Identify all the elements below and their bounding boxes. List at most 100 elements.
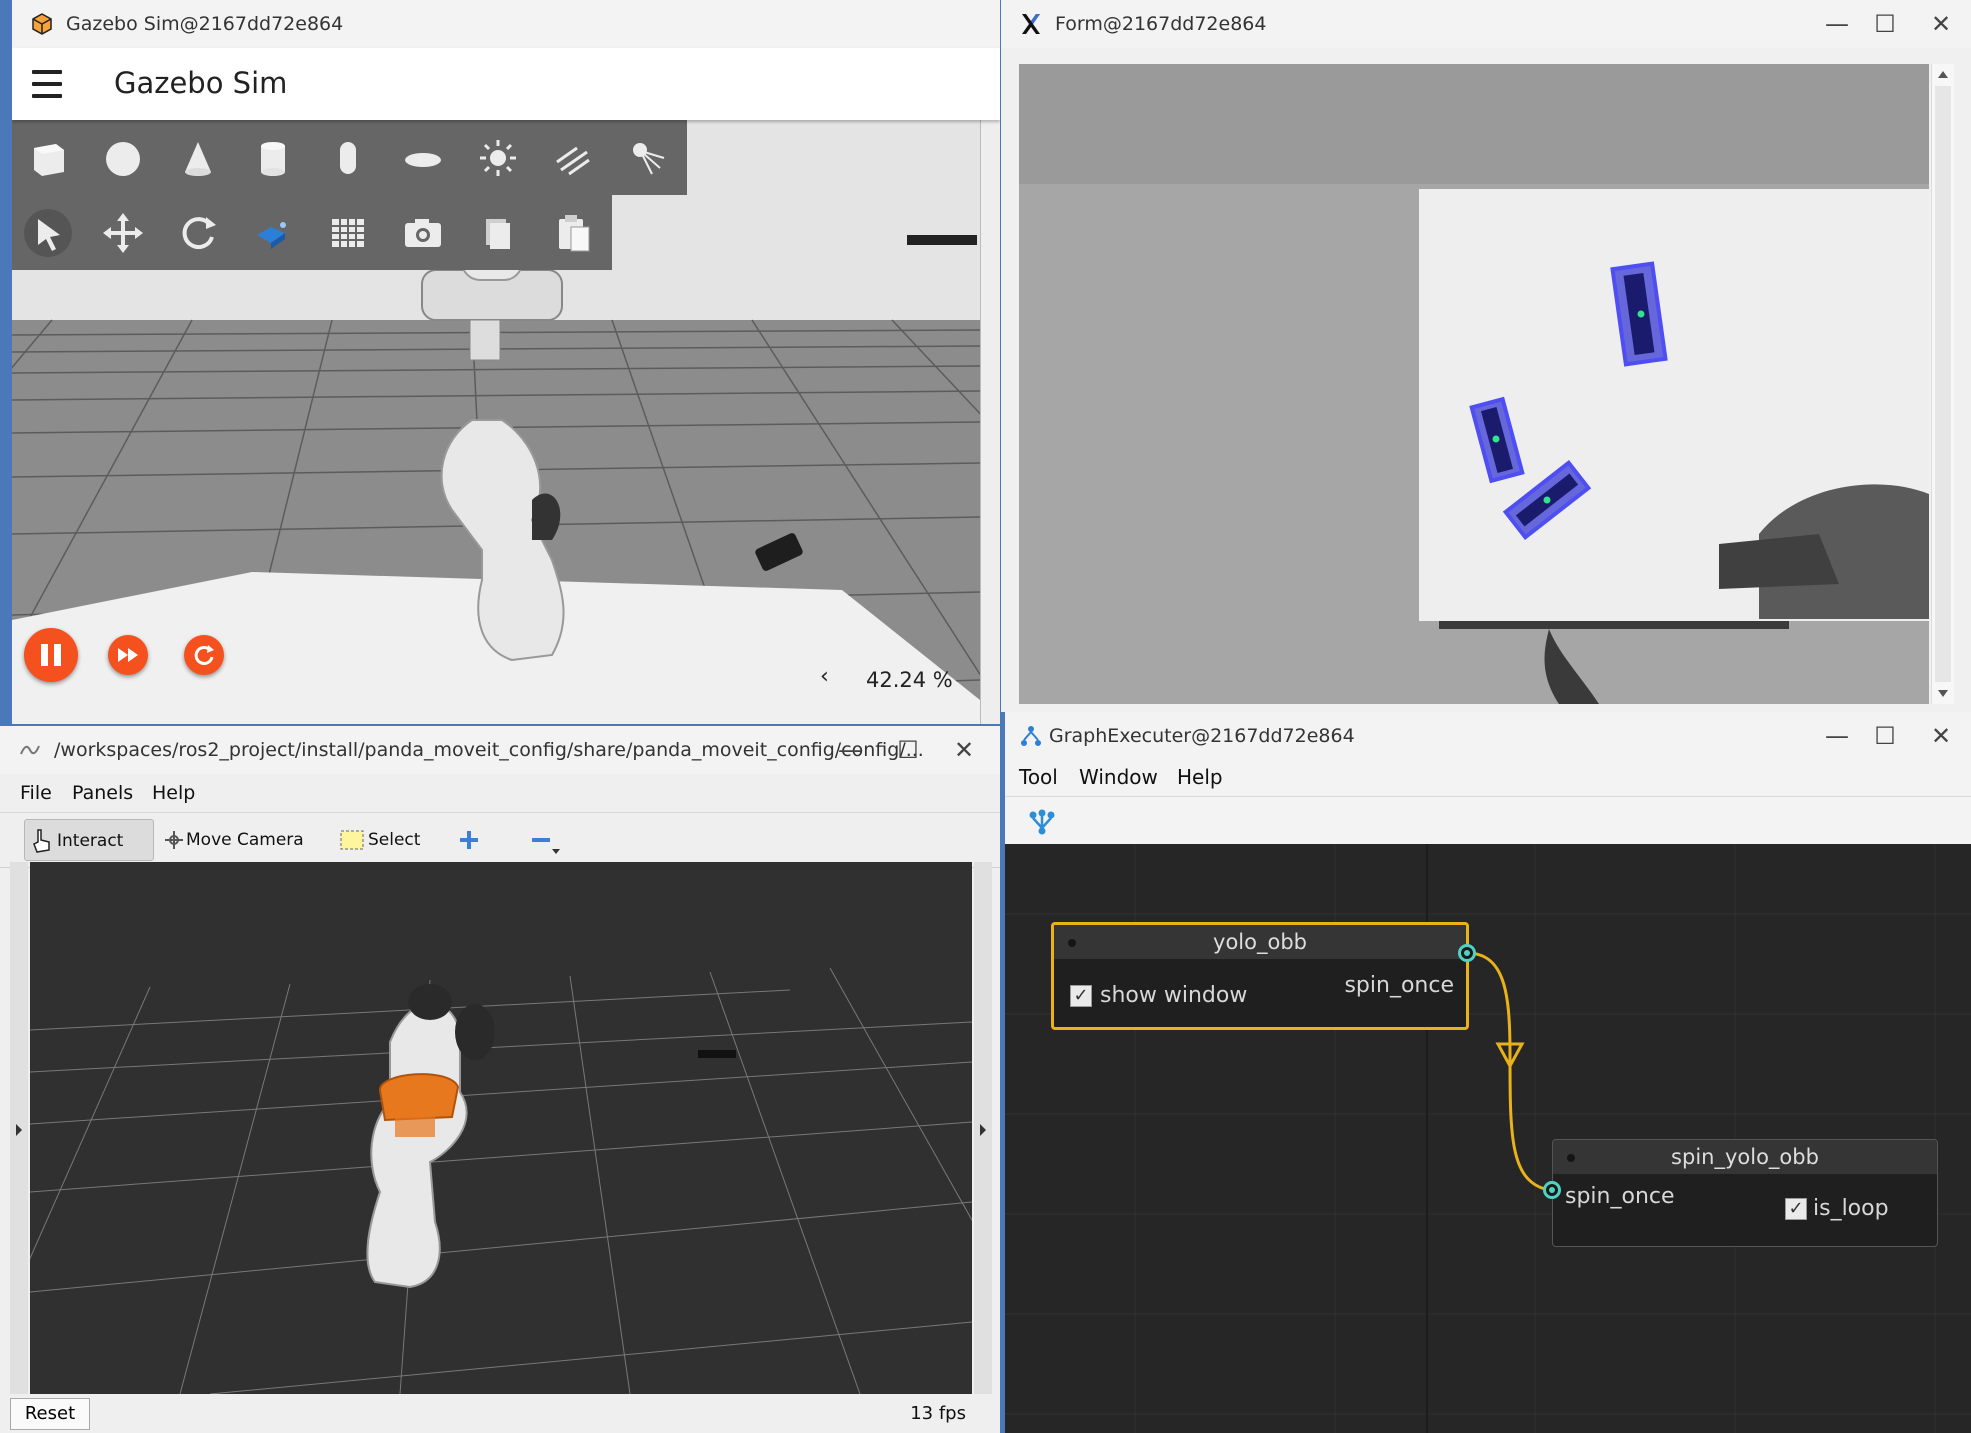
node-spin-yolo-obb-title: spin_yolo_obb [1671,1145,1819,1169]
real-time-factor: 42.24 % [866,668,953,692]
graphexecuter-window: GraphExecuter@2167dd72e864 — ☐ ✕ Tool Wi… [1005,712,1971,1433]
interact-tool-button[interactable]: Interact [24,819,154,861]
gazebo-side-panel [980,120,1000,724]
gazebo-titlebar[interactable]: Gazebo Sim@2167dd72e864 [12,0,1000,48]
show-window-checkbox[interactable]: ✓ [1070,985,1092,1007]
menu-file[interactable]: File [20,782,52,804]
ellipsoid-icon[interactable] [397,132,449,184]
x11-app-icon [1022,14,1040,34]
pause-icon [41,644,61,666]
gazebo-app-name: Gazebo Sim [114,66,288,100]
screenshot-icon[interactable] [397,207,449,259]
grid-icon[interactable] [322,207,374,259]
form-vertical-scrollbar[interactable] [1931,64,1954,704]
rviz-3d-view[interactable] [30,862,972,1394]
node-graph-canvas[interactable]: yolo_obb ✓ show window spin_once spin_yo… [1005,844,1971,1433]
node-status-dot [1567,1154,1575,1162]
menu-tool[interactable]: Tool [1019,765,1058,789]
menu-help[interactable]: Help [1177,765,1223,789]
form-window: Form@2167dd72e864 — ☐ ✕ [1001,0,1971,712]
paste-icon[interactable] [547,207,599,259]
hamburger-menu-icon[interactable] [32,70,62,98]
close-button[interactable]: ✕ [1913,712,1969,760]
form-window-title: Form@2167dd72e864 [1055,13,1267,35]
capsule-icon[interactable] [322,132,374,184]
show-window-label: show window [1100,983,1248,1008]
sphere-icon[interactable] [97,132,149,184]
reset-world-button[interactable] [184,635,224,675]
rviz-statusbar [0,1394,1000,1433]
shape-toolbar [12,120,687,195]
select-icon[interactable] [22,207,74,259]
menu-panels[interactable]: Panels [72,782,133,804]
rviz-app-icon [20,745,40,755]
graph-layout-icon[interactable] [1027,807,1057,837]
cone-icon[interactable] [172,132,224,184]
reset-button[interactable]: Reset [10,1398,90,1430]
menu-window[interactable]: Window [1079,765,1158,789]
fast-forward-icon [118,648,138,662]
fps-readout: 13 fps [910,1403,966,1424]
hand-pointer-icon [33,829,50,853]
select-tool-button[interactable]: Select [338,819,428,861]
rviz-menubar: File Panels Help [0,774,1000,812]
collapse-stats-chevron-icon[interactable]: ‹ [820,664,829,689]
move-camera-icon [165,831,183,849]
reset-icon [194,645,214,665]
step-button[interactable] [108,635,148,675]
close-button[interactable]: ✕ [1913,0,1969,48]
node-spin-yolo-obb[interactable]: spin_yolo_obb spin_once ✓ is_loop [1552,1139,1938,1247]
transform-toolbar [12,195,612,270]
close-button[interactable]: ✕ [936,726,992,774]
copy-icon[interactable] [472,207,524,259]
node-yolo-obb-title: yolo_obb [1213,930,1307,954]
translate-icon[interactable] [97,207,149,259]
remove-tool-minus-icon[interactable] [528,829,562,855]
select-box-icon [340,830,364,850]
gazebo-app-icon [32,13,52,35]
move-camera-tool-button[interactable]: Move Camera [160,819,310,861]
gazebo-window-title: Gazebo Sim@2167dd72e864 [66,13,344,35]
cylinder-icon[interactable] [247,132,299,184]
form-titlebar[interactable]: Form@2167dd72e864 — ☐ ✕ [1001,0,1971,48]
directional-light-icon[interactable] [547,132,599,184]
graphexecuter-app-icon [1021,726,1041,746]
is-loop-checkbox[interactable]: ✓ [1785,1198,1807,1220]
is-loop-label: is_loop [1813,1196,1889,1221]
graphexecuter-window-title: GraphExecuter@2167dd72e864 [1049,725,1355,747]
detection-image-view [1019,64,1929,704]
gazebo-header: Gazebo Sim [12,48,1000,120]
rviz-window-title: /workspaces/ros2_project/install/panda_m… [54,739,924,761]
maximize-button[interactable]: ☐ [1857,0,1913,48]
pause-button[interactable] [24,628,78,682]
snap-icon[interactable] [247,207,299,259]
rviz-toolbar: Interact Move Camera Select [0,812,1000,868]
rviz-titlebar[interactable]: /workspaces/ros2_project/install/panda_m… [0,726,1000,774]
maximize-button[interactable]: ☐ [1857,712,1913,760]
rviz-right-dock-handle[interactable] [974,862,992,1394]
maximize-button[interactable]: ☐ [880,726,936,774]
node-status-dot [1068,939,1076,947]
add-tool-plus-icon[interactable] [458,829,480,851]
expand-right-icon [980,1124,986,1136]
input-port-spin-once[interactable] [1543,1181,1561,1199]
node-spin-yolo-obb-header: spin_yolo_obb [1553,1140,1937,1174]
output-port-spin-once[interactable] [1458,944,1476,962]
output-spin-once-label: spin_once [1344,973,1454,998]
spot-light-icon[interactable] [622,132,674,184]
menu-help[interactable]: Help [152,782,195,804]
expand-left-icon [16,1124,22,1136]
minimize-button[interactable]: — [822,726,878,774]
box-icon[interactable] [22,132,74,184]
graph-toolbar [1005,796,1971,845]
node-yolo-obb-header: yolo_obb [1054,925,1466,959]
rotate-icon[interactable] [172,207,224,259]
gazebo-window: Gazebo Sim@2167dd72e864 Gazebo Sim ‹ 42.… [12,0,1000,724]
graph-menubar: Tool Window Help [1005,758,1971,796]
graphexecuter-titlebar[interactable]: GraphExecuter@2167dd72e864 — ☐ ✕ [1005,712,1971,760]
node-yolo-obb[interactable]: yolo_obb ✓ show window spin_once [1051,922,1469,1030]
select-label: Select [368,830,421,850]
edge-yolo-to-spin [1466,951,1546,1191]
rviz-left-dock-handle[interactable] [10,862,28,1394]
point-light-icon[interactable] [472,132,524,184]
